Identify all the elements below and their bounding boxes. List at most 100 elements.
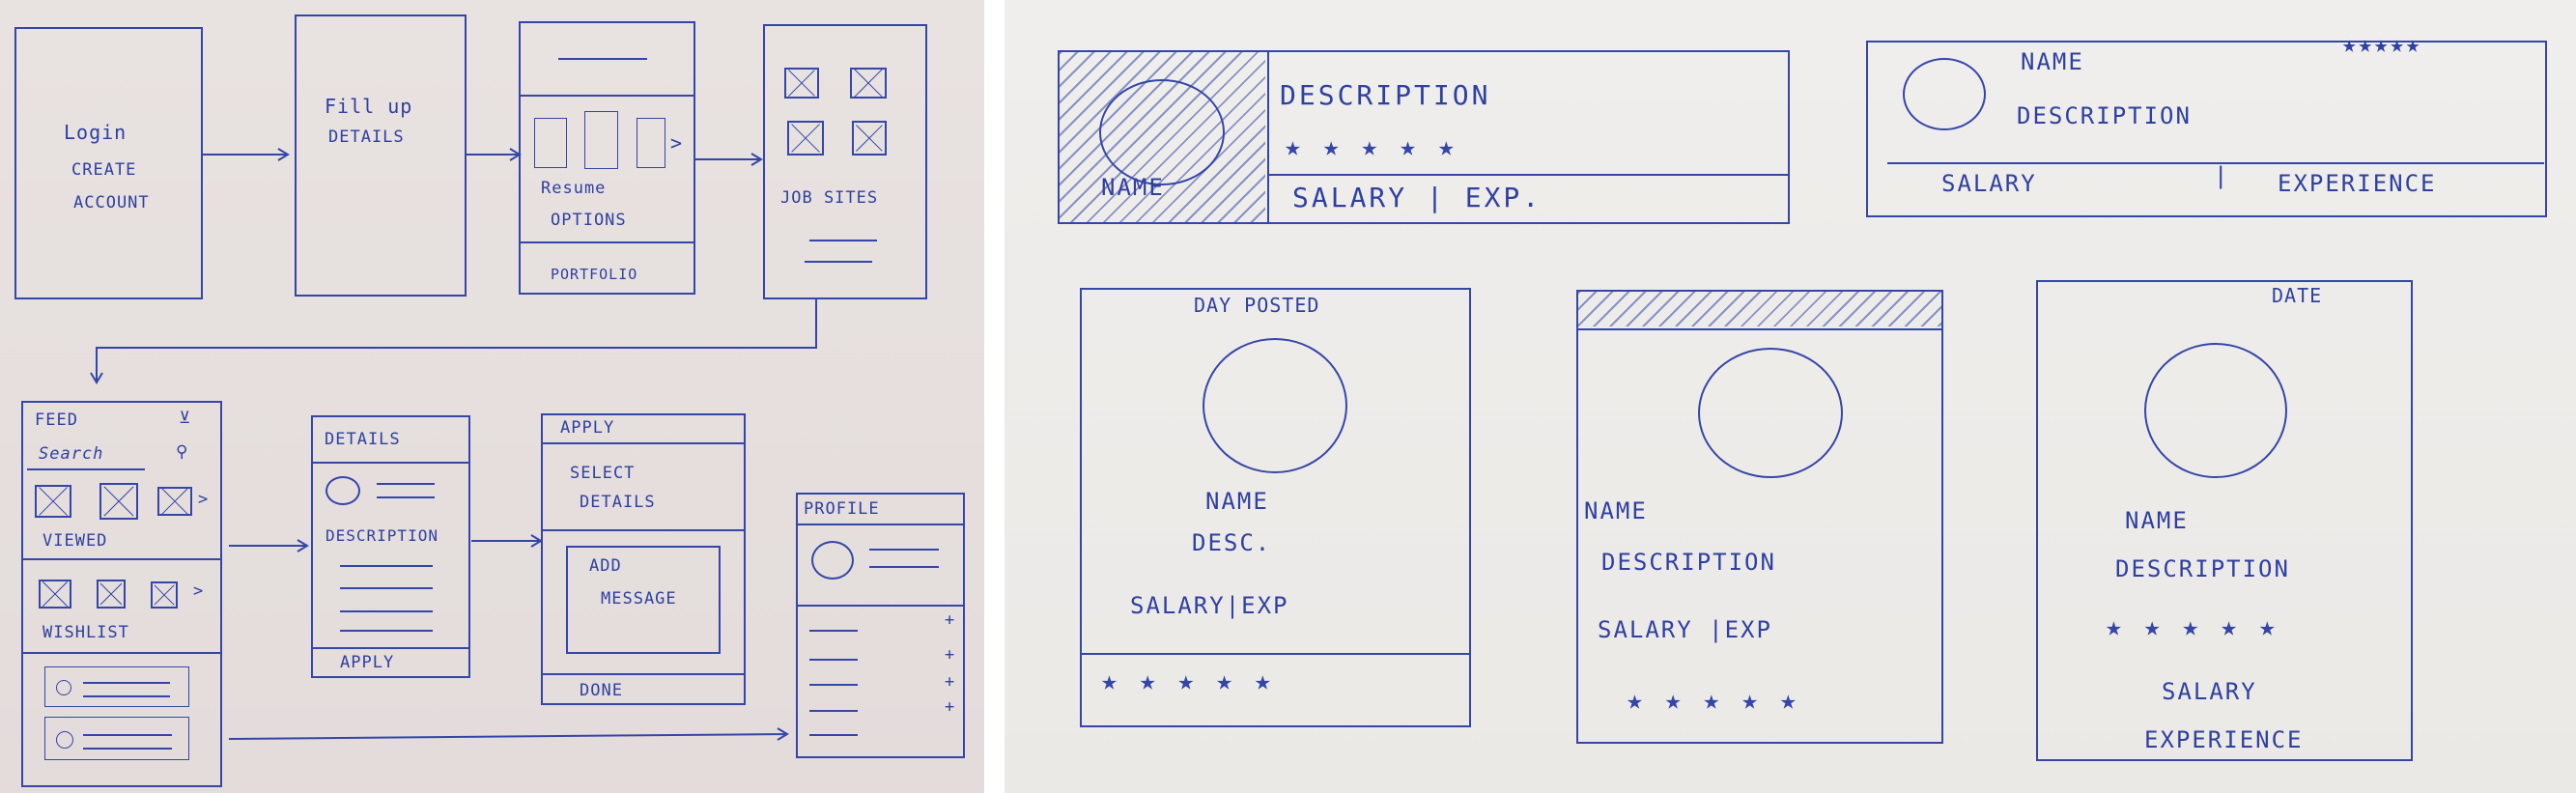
day-posted-label: DAY POSTED [1194, 294, 1320, 317]
viewed-placeholder-icon [99, 483, 138, 520]
salary-exp-label: SALARY | EXP. [1292, 182, 1543, 213]
login-label: Login [64, 121, 127, 144]
viewed-placeholder-icon [35, 485, 71, 518]
rating-stars-icon: ★ ★ ★ ★ ★ [2106, 610, 2279, 642]
search-underline [27, 468, 145, 470]
divider [1576, 328, 1943, 330]
divider [23, 558, 220, 560]
text-line [83, 682, 170, 684]
text-line [377, 496, 435, 498]
divider [1267, 50, 1269, 224]
text-line [83, 748, 172, 750]
wishlist-placeholder-icon [97, 580, 126, 609]
experience-label: EXPERIENCE [2144, 726, 2304, 753]
text-line [805, 261, 872, 263]
profile-title: PROFILE [804, 499, 880, 519]
salary-label: SALARY [1941, 170, 2037, 197]
text-line [869, 549, 939, 551]
apply-button[interactable]: APPLY [340, 653, 394, 672]
divider [520, 95, 694, 97]
avatar [1203, 338, 1347, 473]
experience-label: EXPERIENCE [2278, 170, 2437, 197]
search-icon[interactable]: ⚲ [176, 442, 188, 462]
salary-label: SALARY [2162, 678, 2257, 705]
salary-exp-label: SALARY |EXP [1598, 616, 1772, 643]
text-line [809, 240, 877, 241]
search-input[interactable]: Search [39, 444, 103, 464]
name-label: NAME [1205, 488, 1269, 515]
avatar [811, 541, 854, 580]
chevron-right-icon: > [670, 131, 684, 155]
fill-details-screen-sketch [295, 14, 467, 297]
description-label: DESCRIPTION [1280, 79, 1491, 111]
plus-icon[interactable]: + [945, 645, 955, 665]
details-label: DETAILS [328, 127, 405, 147]
salary-exp-label: SALARY|EXP [1130, 592, 1289, 619]
rating-stars-icon: ★ ★ ★ ★ ★ [1627, 684, 1799, 716]
select-label: SELECT [570, 464, 636, 483]
banner-shading [1578, 292, 1941, 326]
details-title: DETAILS [325, 430, 401, 449]
divider [541, 442, 746, 444]
wishlist-label: WISHLIST [42, 623, 129, 642]
divider [311, 462, 470, 464]
text-line [809, 710, 858, 712]
job-site-placeholder-icon [787, 121, 824, 156]
avatar [1698, 348, 1843, 478]
avatar [1099, 79, 1225, 185]
fill-up-label: Fill up [325, 95, 413, 118]
job-site-placeholder-icon [784, 68, 819, 99]
resume-label: Resume [541, 179, 607, 198]
resume-thumb [584, 111, 618, 169]
description-label: DESCRIPTION [1601, 549, 1776, 576]
text-line [809, 734, 858, 736]
divider [541, 673, 746, 675]
filter-icon: ⊻ [179, 409, 192, 428]
create-label: CREATE [71, 160, 137, 180]
divider [1080, 653, 1471, 655]
wishlist-placeholder-icon [151, 581, 178, 609]
job-sites-screen-sketch [763, 24, 927, 299]
wishlist-placeholder-icon [39, 580, 71, 609]
plus-icon[interactable]: + [945, 672, 955, 692]
avatar [1903, 58, 1986, 130]
viewed-placeholder-icon [157, 487, 192, 516]
description-label: DESCRIPTION [2115, 555, 2290, 582]
name-label: NAME [1584, 497, 1648, 524]
account-label: ACCOUNT [73, 193, 150, 212]
description-label: DESCRIPTION [326, 526, 439, 545]
viewed-label: VIEWED [42, 531, 108, 551]
details-label: DETAILS [580, 493, 656, 512]
description-label: DESCRIPTION [2017, 102, 2192, 129]
plus-icon[interactable]: + [945, 697, 955, 717]
avatar [326, 476, 360, 505]
divider [541, 529, 746, 531]
feed-title: FEED [35, 411, 78, 430]
job-site-placeholder-icon [850, 68, 887, 99]
job-sites-label: JOB SITES [780, 188, 879, 208]
name-label: NAME [2021, 48, 2084, 75]
avatar [56, 731, 73, 749]
details-screen-sketch [311, 415, 470, 678]
text-line [340, 565, 433, 567]
rating-stars-icon: ★ ★ ★ ★ ★ [1285, 130, 1458, 162]
divider [520, 241, 694, 243]
plus-icon[interactable]: + [945, 610, 955, 630]
name-label: NAME [1101, 174, 1165, 201]
done-button[interactable]: DONE [580, 681, 623, 700]
name-label: NAME [2125, 507, 2189, 534]
resume-thumb [637, 118, 665, 168]
options-label: OPTIONS [551, 211, 627, 230]
flow-sketch-photo: Login CREATE ACCOUNT Fill up DETAILS > R… [0, 0, 984, 793]
text-line [869, 566, 939, 568]
apply-title: APPLY [560, 418, 615, 438]
rating-stars-icon: ★ ★ ★ ★ ★ [1101, 665, 1274, 696]
divider [796, 605, 965, 607]
text-line [377, 483, 435, 485]
resume-thumb [534, 118, 567, 168]
divider [311, 647, 470, 649]
profile-screen-sketch [796, 493, 965, 758]
text-line [340, 610, 433, 612]
add-label: ADD [589, 556, 622, 576]
portfolio-label: PORTFOLIO [551, 266, 638, 283]
